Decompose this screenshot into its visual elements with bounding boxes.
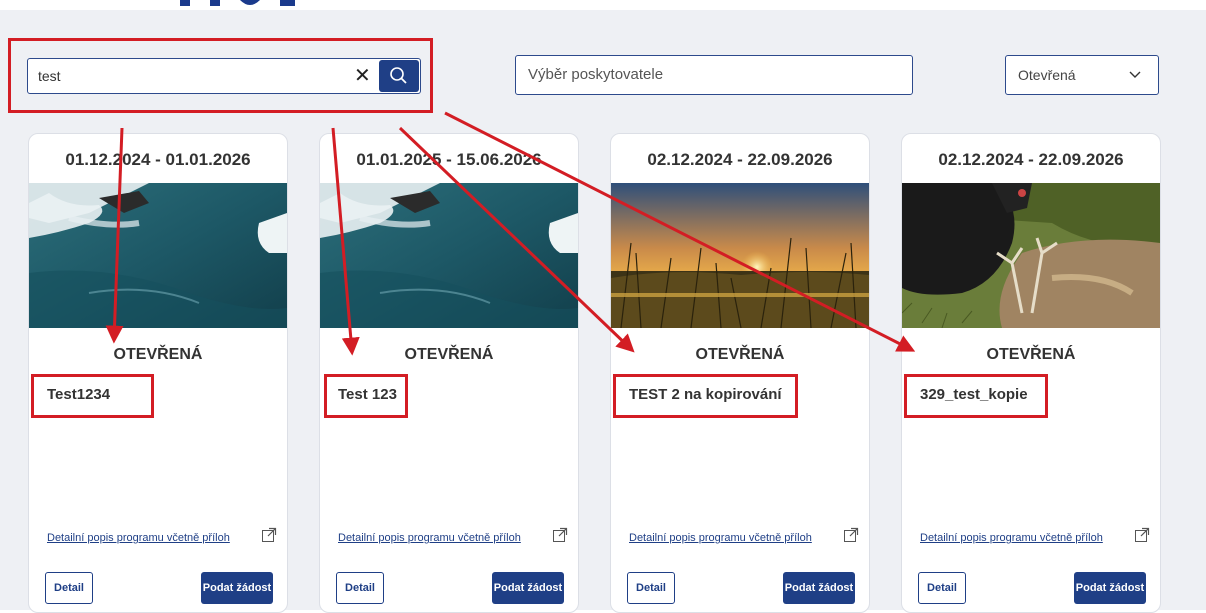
- title-fragment: [180, 0, 295, 6]
- provider-placeholder: Výběr poskytovatele: [528, 66, 664, 83]
- name-highlight-box: [613, 374, 798, 418]
- detail-button[interactable]: Detail: [918, 572, 966, 604]
- card-status: OTEVŘENÁ: [113, 346, 203, 363]
- program-card: 01.01.2025 - 15.06.2026 OTEVŘENÁ Test 12…: [319, 133, 579, 613]
- program-detail-link[interactable]: Detailní popis programu včetně příloh: [629, 532, 812, 544]
- external-link-icon[interactable]: [843, 527, 859, 543]
- card-status: OTEVŘENÁ: [404, 346, 494, 363]
- apply-button[interactable]: Podat žádost: [783, 572, 855, 604]
- name-highlight-box: [324, 374, 408, 418]
- apply-button[interactable]: Podat žádost: [1074, 572, 1146, 604]
- external-link-icon[interactable]: [261, 527, 277, 543]
- program-card: 02.12.2024 - 22.09.2026 OTEVŘENÁ 329_tes…: [901, 133, 1161, 613]
- status-selected-value: Otevřená: [1018, 67, 1076, 83]
- ocean-waves-image: [320, 183, 578, 328]
- chevron-down-icon: [1129, 71, 1141, 78]
- detail-button[interactable]: Detail: [45, 572, 93, 604]
- ocean-waves-image: [29, 183, 287, 328]
- hunting-dog-deer-image: [902, 183, 1160, 328]
- search-highlight-box: [8, 38, 433, 113]
- card-date-range: 02.12.2024 - 22.09.2026: [938, 150, 1124, 169]
- card-status: OTEVŘENÁ: [695, 346, 785, 363]
- name-highlight-box: [904, 374, 1048, 418]
- card-status: OTEVŘENÁ: [986, 346, 1076, 363]
- external-link-icon[interactable]: [552, 527, 568, 543]
- program-detail-link[interactable]: Detailní popis programu včetně příloh: [338, 532, 521, 544]
- external-link-icon[interactable]: [1134, 527, 1150, 543]
- card-date-range: 01.12.2024 - 01.01.2026: [65, 150, 251, 169]
- detail-button[interactable]: Detail: [627, 572, 675, 604]
- program-detail-link[interactable]: Detailní popis programu včetně příloh: [47, 532, 230, 544]
- apply-button[interactable]: Podat žádost: [492, 572, 564, 604]
- detail-button[interactable]: Detail: [336, 572, 384, 604]
- apply-button[interactable]: Podat žádost: [201, 572, 273, 604]
- card-date-range: 01.01.2025 - 15.06.2026: [356, 150, 542, 169]
- sunset-grass-image: [611, 183, 869, 328]
- program-card: 01.12.2024 - 01.01.2026 OTEVŘENÁ Test123…: [28, 133, 288, 613]
- program-detail-link[interactable]: Detailní popis programu včetně příloh: [920, 532, 1103, 544]
- provider-select[interactable]: Výběr poskytovatele: [515, 55, 913, 95]
- name-highlight-box: [31, 374, 154, 418]
- program-card: 02.12.2024 - 22.09.2026 OTEVŘENÁ TEST 2 …: [610, 133, 870, 613]
- card-date-range: 02.12.2024 - 22.09.2026: [647, 150, 833, 169]
- status-select[interactable]: Otevřená: [1005, 55, 1159, 95]
